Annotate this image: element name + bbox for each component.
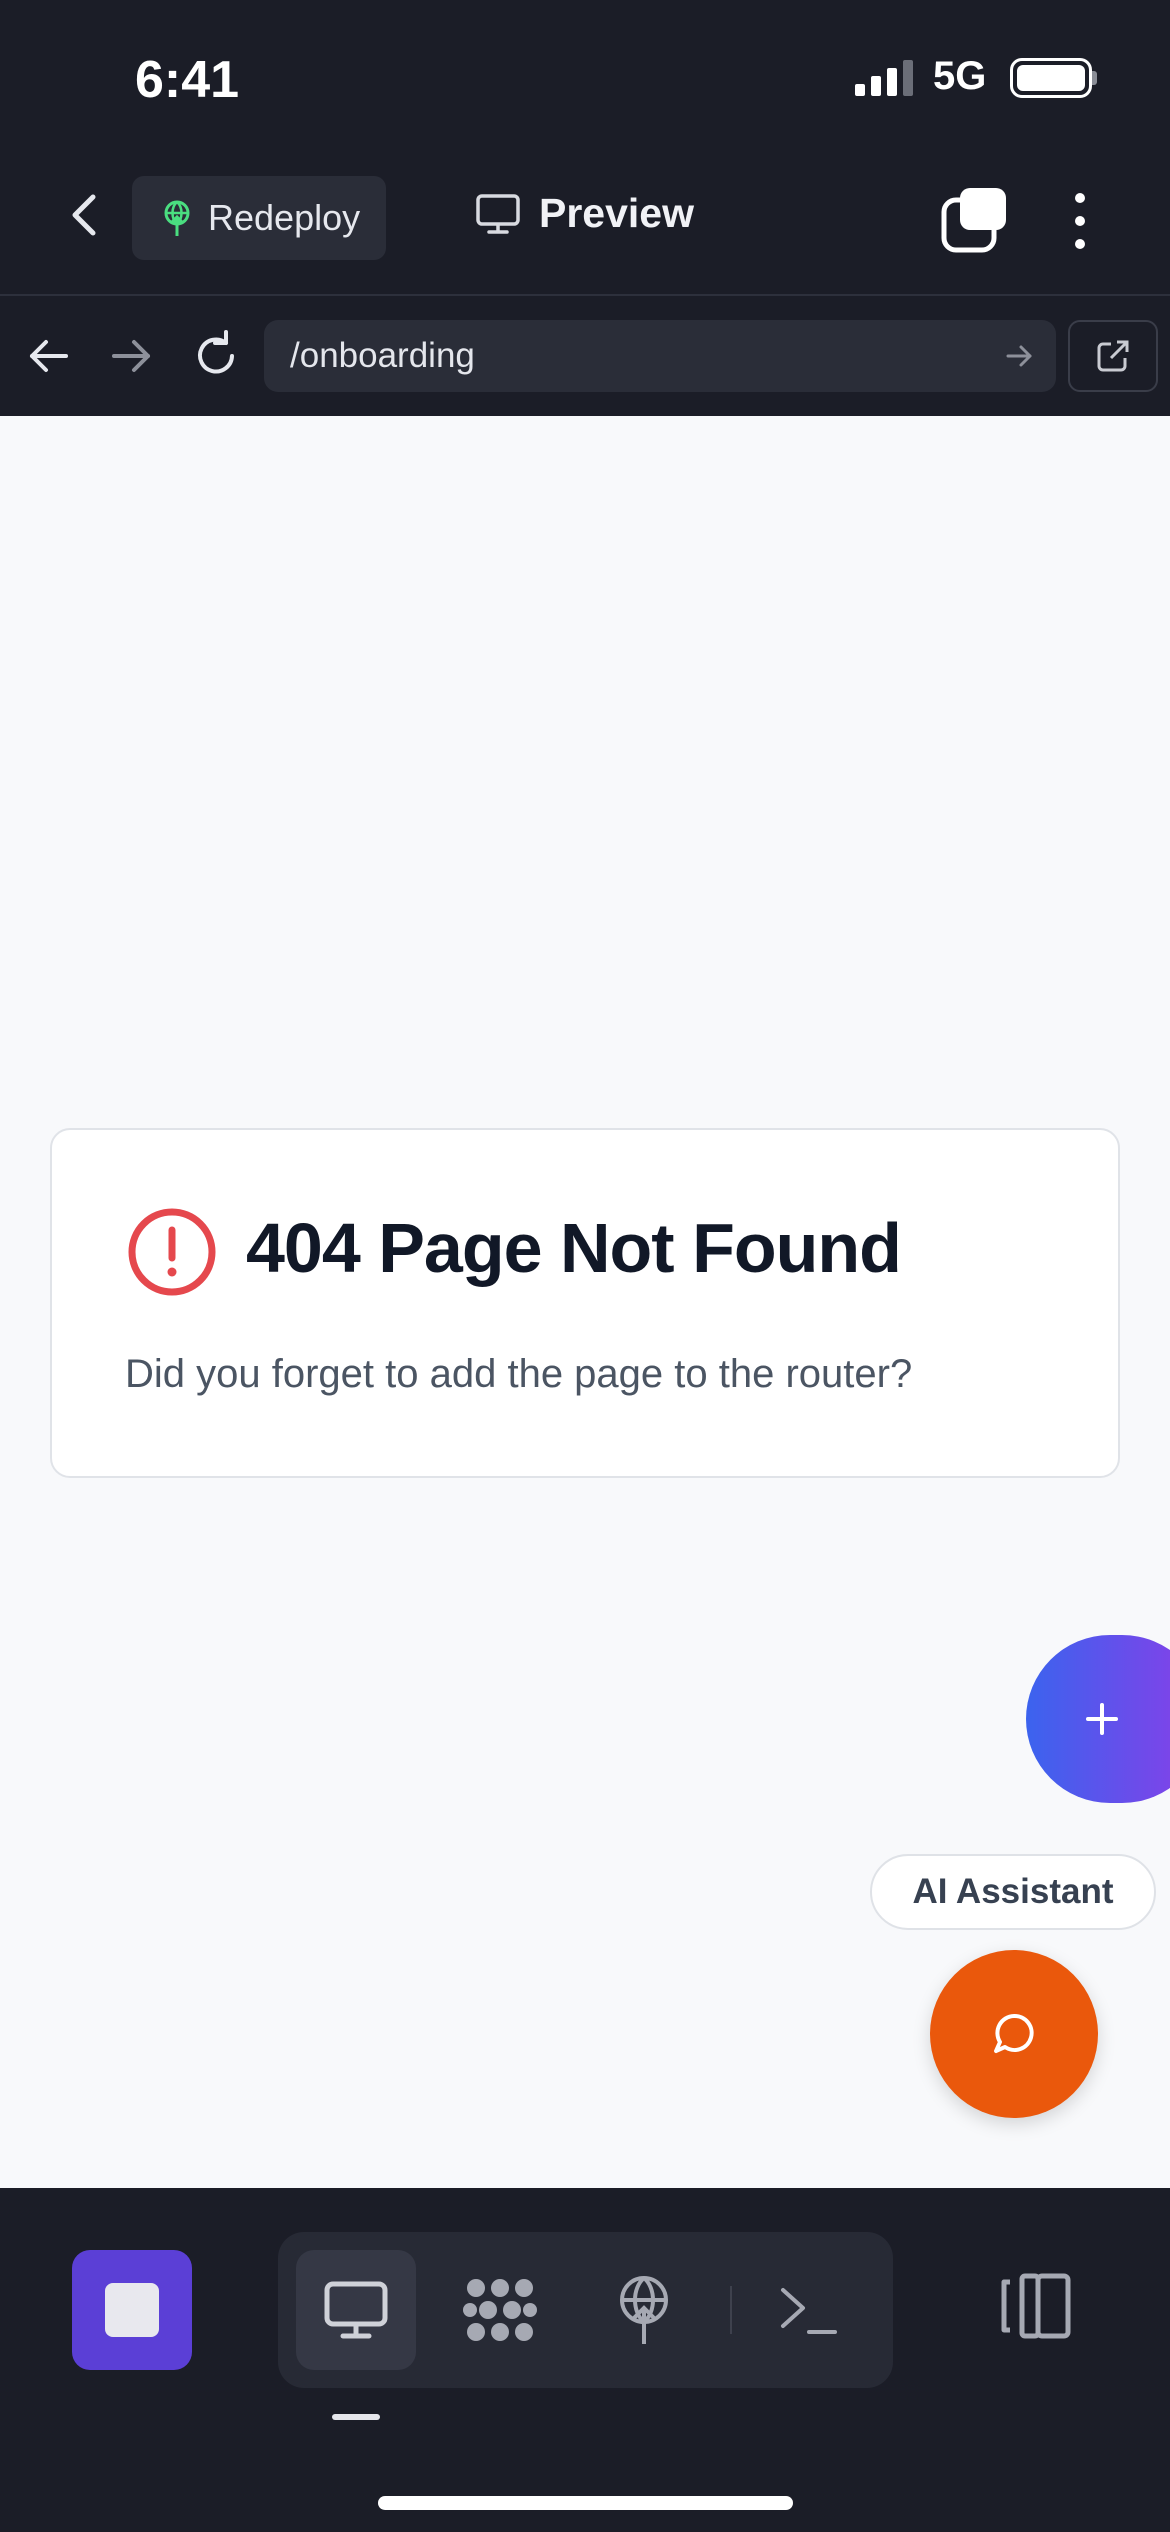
error-card: 404 Page Not Found Did you forget to add… (50, 1128, 1120, 1478)
active-tab-indicator (332, 2414, 380, 2420)
ai-assistant-label[interactable]: AI Assistant (870, 1854, 1156, 1930)
browser-url-bar: /onboarding (0, 296, 1170, 416)
services-grid-icon (463, 2279, 537, 2341)
browser-forward-icon[interactable] (102, 326, 162, 386)
go-arrow-icon[interactable] (1004, 340, 1036, 372)
app-toolbar: Redeploy Preview (0, 150, 1170, 296)
alert-circle-icon (128, 1208, 216, 1296)
stop-icon (105, 2283, 159, 2337)
bottom-segmented-nav (278, 2232, 893, 2388)
nav-preview-button[interactable] (296, 2250, 416, 2370)
tabs-icon[interactable] (940, 186, 1010, 256)
signal-icon (855, 60, 913, 96)
plus-icon (1086, 1703, 1118, 1735)
terminal-icon (781, 2288, 837, 2334)
battery-icon (1010, 58, 1092, 98)
network-type: 5G (933, 54, 987, 98)
more-vertical-icon[interactable] (1060, 186, 1100, 256)
nav-services-button[interactable] (440, 2250, 560, 2370)
monitor-icon (476, 193, 520, 234)
url-input[interactable]: /onboarding (264, 320, 1056, 392)
external-link-icon (1097, 340, 1129, 372)
split-view-icon[interactable] (996, 2266, 1076, 2346)
status-time: 6:41 (135, 51, 240, 109)
ai-chat-button[interactable] (930, 1950, 1098, 2118)
deploy-icon (620, 2276, 668, 2344)
home-indicator (378, 2496, 793, 2510)
redeploy-button[interactable]: Redeploy (132, 176, 386, 260)
error-title: 404 Page Not Found (246, 1209, 902, 1287)
preview-label: Preview (539, 190, 694, 236)
reload-icon[interactable] (186, 326, 246, 386)
preview-title: Preview (475, 190, 694, 237)
add-fab-button[interactable] (1026, 1635, 1170, 1803)
url-text: /onboarding (290, 336, 475, 375)
stop-button[interactable] (72, 2250, 192, 2370)
ai-assistant-text: AI Assistant (912, 1872, 1114, 1911)
monitor-icon (324, 2281, 388, 2339)
nav-deploy-button[interactable] (584, 2250, 704, 2370)
browser-back-icon[interactable] (18, 326, 78, 386)
redeploy-label: Redeploy (208, 197, 361, 238)
chat-bubble-icon (994, 2013, 1034, 2053)
error-message: Did you forget to add the page to the ro… (125, 1352, 913, 1396)
bottom-bar (0, 2188, 1170, 2532)
status-bar: 6:41 5G (0, 0, 1170, 150)
open-external-button[interactable] (1068, 320, 1158, 392)
nav-terminal-button[interactable] (748, 2250, 868, 2370)
deploy-icon (164, 200, 190, 236)
back-chevron-icon[interactable] (55, 185, 115, 245)
